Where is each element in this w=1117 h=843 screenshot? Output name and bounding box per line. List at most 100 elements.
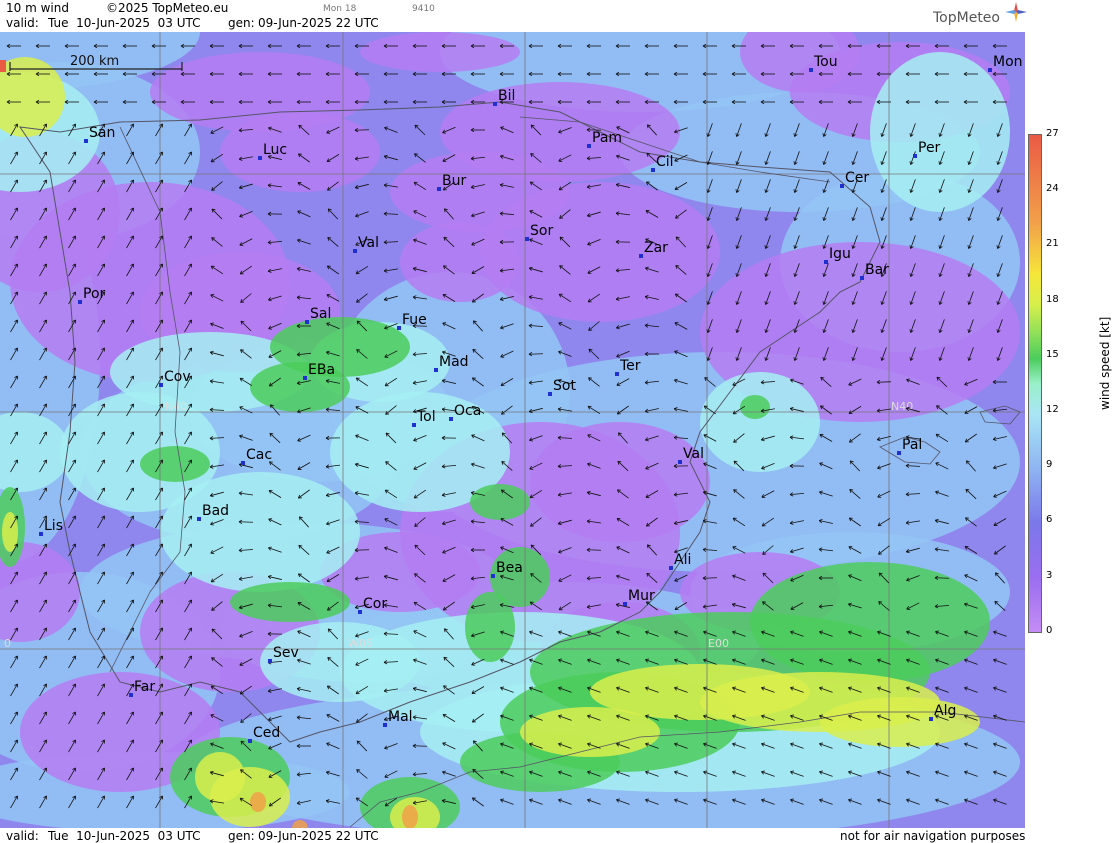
footer-gen-label: gen: [228,829,255,843]
wind-zone-calm [400,222,520,302]
wind-zone-strong [470,484,530,520]
city-marker-cac[interactable]: Cac [241,447,272,465]
wind-map-svg: N40 N40W05 E000200 km Tou MonBilSan PamLucCil… [0,32,1025,828]
city-marker-per[interactable]: Per [913,140,941,158]
product-title: 10 m wind [6,1,69,15]
city-marker-mad[interactable]: Mad [434,354,469,372]
city-marker-sor[interactable]: Sor [525,223,553,241]
city-label: Bar [865,262,889,278]
city-marker-igu[interactable]: Igu [824,246,851,264]
city-label: Zar [644,240,668,256]
wind-zone-very-strong [2,512,18,552]
city-label: Oca [454,403,481,419]
city-label: Per [918,140,941,156]
city-marker-sot[interactable]: Sot [548,378,576,396]
city-label: Lis [44,518,63,534]
city-marker-zar[interactable]: Zar [639,240,668,258]
city-label: Bad [202,503,229,519]
city-marker-cer[interactable]: Cer [840,170,869,188]
city-label: Sor [530,223,553,239]
city-marker-cov[interactable]: Cov [159,369,191,387]
city-label: Val [358,235,379,251]
city-label: Tou [813,54,838,70]
city-label: Sot [553,378,576,394]
city-label: San [89,125,115,141]
city-marker-sev[interactable]: Sev [268,645,299,663]
wind-zone-calm [220,112,380,192]
city-marker-fue[interactable]: Fue [397,312,427,330]
copyright-text: ©2025 TopMeteo.eu [106,1,229,15]
wind-zone-strong [740,395,770,419]
city-label: Mal [388,709,413,725]
city-marker-luc[interactable]: Luc [258,142,287,160]
city-label: Cil [656,154,674,170]
wind-zone-strong [230,582,350,622]
wind-zone-calm [530,422,710,542]
city-label: Ter [619,358,641,374]
city-marker-pam[interactable]: Pam [587,130,622,148]
footer-valid-label: valid: [6,829,39,843]
wind-zone-fresh [700,372,820,472]
wind-speed-colorbar [1028,134,1042,633]
city-label: Mon [993,54,1023,70]
wind-zone-very-strong [195,752,245,802]
city-label: Bur [442,173,466,189]
legend-tick: 15 [1046,348,1059,360]
city-marker-oca[interactable]: Oca [449,403,481,421]
city-label: Por [83,286,106,302]
scale-bar-label: 200 km [70,54,119,69]
city-marker-ced[interactable]: Ced [248,725,280,743]
gen-time: 09-Jun-2025 22 UTC [258,16,379,30]
city-marker-cor[interactable]: Cor [358,596,387,614]
wind-zone-strong [465,592,515,662]
city-label: Cac [246,447,272,463]
legend-tick: 21 [1046,238,1059,250]
grid-label: E00 [708,637,729,650]
grid-label: W05 [348,637,373,650]
city-marker-tou[interactable]: Tou [809,54,838,72]
wind-map[interactable]: N40 N40 W05 E00 0 200 km Tou Mon Bil San Pam Luc Cil… [0,32,1025,828]
header-small-text: Mon 18 [323,4,357,14]
disclaimer: not for air navigation purposes [840,829,1026,843]
city-label: Bil [498,88,515,104]
city-label: Ali [674,552,691,568]
city-label: Pam [592,130,622,146]
footer-valid-time: Tue 10-Jun-2025 03 UTC [48,829,201,843]
city-label: Bea [496,560,523,576]
city-label: Far [134,679,155,695]
city-label: Tol [416,409,436,425]
gen-label: gen: [228,16,255,30]
grid-label: 0 [4,637,11,650]
city-marker-bad[interactable]: Bad [197,503,229,521]
city-marker-mon[interactable]: Mon [988,54,1023,72]
city-label: Fue [402,312,427,328]
city-marker-bur[interactable]: Bur [437,173,466,191]
footer-gen-time: 09-Jun-2025 22 UTC [258,829,379,843]
legend-tick: 0 [1046,624,1053,636]
wind-zone-gale [402,805,418,828]
legend-tick: 27 [1046,128,1059,139]
wind-zone-strong [140,446,210,482]
city-marker-bar[interactable]: Bar [860,262,889,280]
city-label: Val [683,446,704,462]
city-label: Igu [829,246,851,262]
city-label: Pal [902,437,922,453]
city-label: Sal [310,306,331,322]
valid-label: valid: [6,16,39,30]
city-marker-mal[interactable]: Mal [383,709,413,727]
legend-title: wind speed [kt] [1098,316,1112,410]
city-label: Mad [439,354,469,370]
city-marker-alg[interactable]: Alg [929,703,956,721]
legend-tick: 3 [1046,569,1053,581]
city-marker-san[interactable]: San [84,125,115,143]
city-marker-bea[interactable]: Bea [491,560,523,578]
city-marker-mur[interactable]: Mur [623,588,655,606]
topmeteo-logo[interactable]: TopMeteo [933,2,1027,26]
scale-marker [0,60,6,72]
legend-tick: 24 [1046,183,1059,195]
city-marker-eba[interactable]: EBa [303,362,335,380]
city-marker-por[interactable]: Por [78,286,106,304]
compass-logo-icon [1005,2,1027,22]
city-label: Cer [845,170,869,186]
city-label: Cor [363,596,387,612]
